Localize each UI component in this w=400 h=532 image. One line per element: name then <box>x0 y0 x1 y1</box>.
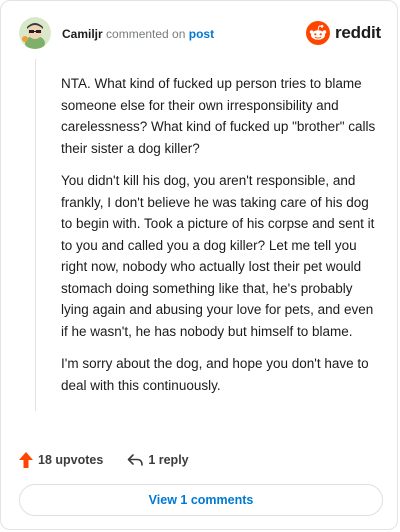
post-link[interactable]: post <box>189 27 214 41</box>
reddit-logo: reddit <box>305 21 381 45</box>
avatar[interactable] <box>19 17 51 49</box>
view-comments-button[interactable]: View 1 comments <box>19 484 383 516</box>
reddit-alien-icon <box>305 21 330 45</box>
username[interactable]: Camiljr <box>62 27 103 41</box>
comment-meta: Camiljr commented on post <box>62 27 214 41</box>
upvote-button[interactable]: 18 upvotes <box>19 452 103 468</box>
reply-count: 1 reply <box>148 453 189 467</box>
upvote-arrow-icon <box>19 452 33 468</box>
comment-body: NTA. What kind of fucked up person tries… <box>61 73 377 407</box>
thread-line[interactable] <box>35 59 36 411</box>
reply-button[interactable]: 1 reply <box>127 453 189 467</box>
comment-actions: 18 upvotes 1 reply <box>19 450 189 470</box>
upvote-count: 18 upvotes <box>38 453 104 467</box>
brand-wordmark: reddit <box>334 23 381 42</box>
comment-paragraph: I'm sorry about the dog, and hope you do… <box>61 356 369 393</box>
comment-card: Camiljr commented on post reddit NTA. Wh… <box>0 0 398 530</box>
comment-paragraph: You didn't kill his dog, you aren't resp… <box>61 173 375 339</box>
action-text: commented on <box>106 27 186 41</box>
comment-header: Camiljr commented on post reddit <box>19 17 381 51</box>
comment-paragraph: NTA. What kind of fucked up person tries… <box>61 76 376 156</box>
reply-arrow-icon <box>128 454 144 466</box>
